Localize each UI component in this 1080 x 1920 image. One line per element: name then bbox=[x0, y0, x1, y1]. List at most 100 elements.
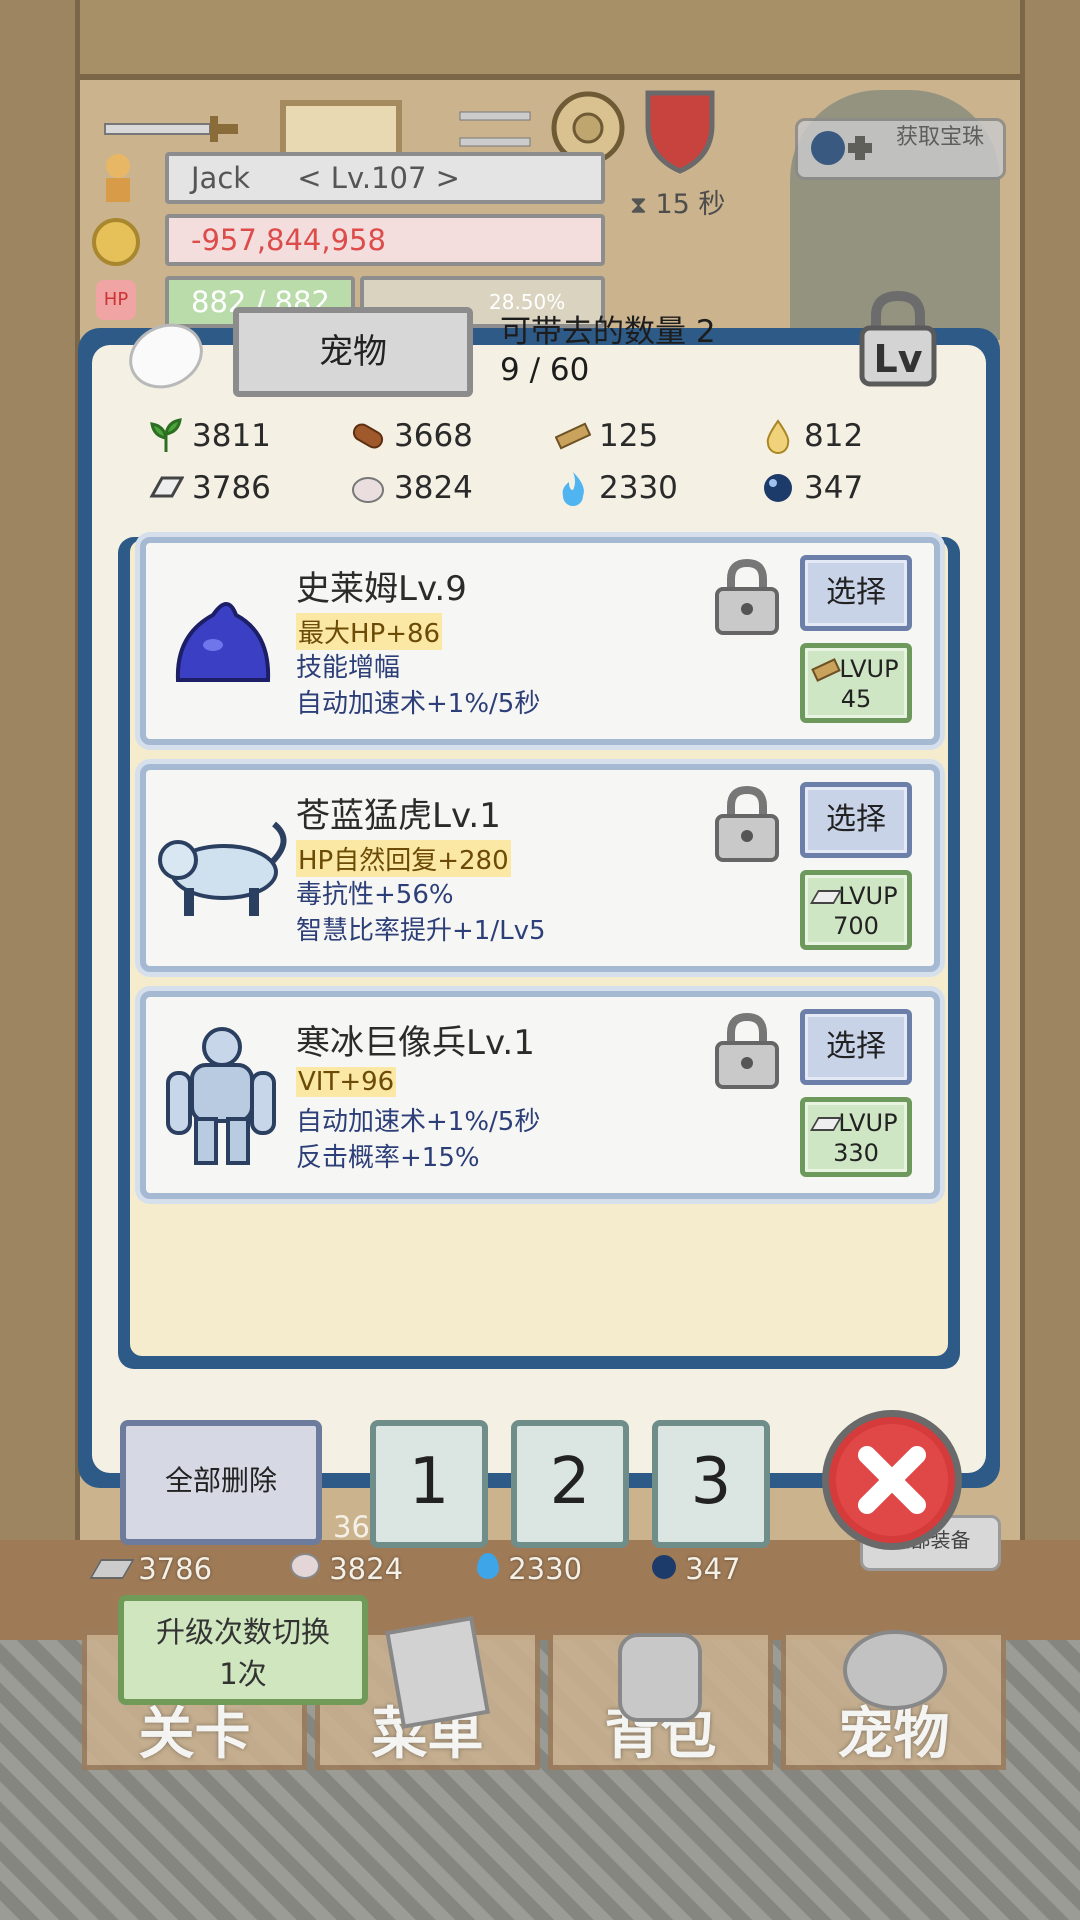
frame-left bbox=[0, 0, 80, 1600]
lock-icon[interactable] bbox=[711, 784, 783, 864]
lvup-cost: 330 bbox=[833, 1139, 879, 1167]
res-drop: 812 bbox=[760, 418, 863, 454]
tab-pet[interactable]: 宠物 bbox=[233, 307, 473, 397]
bg-res-value: 2330 bbox=[508, 1552, 583, 1586]
res-value: 3786 bbox=[192, 470, 271, 506]
close-button[interactable] bbox=[822, 1410, 962, 1550]
hp-heart-icon: HP bbox=[96, 280, 136, 320]
red-shield-icon bbox=[645, 90, 715, 174]
golem-icon bbox=[166, 1027, 276, 1165]
pet-stat: 技能增幅 bbox=[296, 653, 401, 683]
pet-card: 苍蓝猛虎Lv.1 HP自然回复+280 毒抗性+56% 智慧比率提升+1/Lv5… bbox=[140, 764, 940, 972]
pet-stat: 自动加速术+1%/5秒 bbox=[296, 689, 541, 719]
backpack-icon bbox=[618, 1633, 702, 1722]
upgrade-toggle-line1: 升级次数切换 bbox=[155, 1615, 330, 1649]
gold-coin-icon bbox=[92, 218, 140, 266]
res-orb: 347 bbox=[760, 470, 863, 506]
obtain-orb-button[interactable]: 获取宝珠 bbox=[795, 118, 1006, 180]
pet-card: 寒冰巨像兵Lv.1 VIT+96 自动加速术+1%/5秒 反击概率+15% 选择… bbox=[140, 991, 940, 1199]
lvup-cost: 45 bbox=[840, 685, 872, 713]
gold-bar: -957,844,958 bbox=[165, 214, 605, 266]
pet-stat-primary: 最大HP+86 bbox=[296, 613, 443, 650]
player-avatar bbox=[106, 154, 130, 202]
pet-stat: 智慧比率提升+1/Lv5 bbox=[296, 916, 546, 946]
player-level: < Lv.107 > bbox=[297, 161, 460, 195]
carry-caption: 可带去的数量 2 bbox=[500, 314, 716, 350]
herb-icon bbox=[150, 418, 182, 452]
slot-2-button[interactable]: 2 bbox=[511, 1420, 629, 1548]
bg-res-value: 3824 bbox=[329, 1552, 404, 1586]
daggers-icon bbox=[459, 111, 531, 147]
book-icon bbox=[385, 1615, 490, 1729]
pet-name: 苍蓝猛虎Lv.1 bbox=[296, 796, 501, 836]
bg-res-value: 3786 bbox=[138, 1552, 213, 1586]
res-value: 3811 bbox=[192, 418, 271, 454]
lock-icon[interactable] bbox=[711, 557, 783, 637]
level-lock-icon[interactable]: Lv bbox=[850, 290, 946, 390]
pet-stat-primary: VIT+96 bbox=[296, 1067, 397, 1097]
plank-icon bbox=[555, 422, 591, 450]
bg-partial-count: 36 bbox=[333, 1510, 370, 1544]
pet-name: 寒冰巨像兵Lv.1 bbox=[296, 1023, 535, 1063]
orb-icon bbox=[764, 474, 792, 502]
gold-amount: -957,844,958 bbox=[191, 223, 386, 257]
obtain-label: 获取宝珠 bbox=[896, 125, 985, 150]
blue-flame-icon bbox=[562, 472, 584, 506]
pet-stat: 毒抗性+56% bbox=[296, 880, 454, 910]
res-flame: 2330 bbox=[555, 470, 678, 506]
lock-icon[interactable] bbox=[711, 1011, 783, 1091]
stone-icon bbox=[352, 477, 384, 503]
pet-stat: 自动加速术+1%/5秒 bbox=[296, 1107, 541, 1137]
frame-right bbox=[1020, 0, 1080, 1600]
player-name-bar: Jack < Lv.107 > bbox=[165, 152, 605, 204]
res-value: 3668 bbox=[394, 418, 473, 454]
res-stone: 3824 bbox=[350, 470, 473, 506]
res-value: 812 bbox=[804, 418, 864, 454]
player-name: Jack bbox=[191, 161, 251, 195]
hourglass-icon: ⧗ bbox=[630, 191, 647, 219]
slot-3-button[interactable]: 3 bbox=[652, 1420, 770, 1548]
bg-flame-icon bbox=[477, 1553, 499, 1579]
ingot-icon bbox=[149, 476, 184, 498]
bg-stone-icon bbox=[290, 1553, 320, 1579]
pet-stat-primary: HP自然回复+280 bbox=[296, 840, 511, 877]
bg-res-ingot: 3786 bbox=[89, 1552, 213, 1586]
lvup-label: LVUP bbox=[839, 655, 899, 683]
pet-card: 史莱姆Lv.9 最大HP+86 技能增幅 自动加速术+1%/5秒 选择 LVUP… bbox=[140, 537, 940, 745]
upgrade-toggle-line2: 1次 bbox=[219, 1657, 267, 1691]
select-button[interactable]: 选择 bbox=[800, 555, 912, 631]
frame-top bbox=[0, 0, 1080, 80]
select-button[interactable]: 选择 bbox=[800, 782, 912, 858]
dragon-icon bbox=[843, 1630, 947, 1710]
lvup-cost: 700 bbox=[833, 912, 879, 940]
bg-res-flame: 2330 bbox=[477, 1552, 582, 1586]
lvup-button[interactable]: LVUP 45 bbox=[800, 643, 912, 723]
bg-res-orb: 347 bbox=[652, 1552, 741, 1586]
res-value: 2330 bbox=[599, 470, 678, 506]
bg-res-value: 347 bbox=[685, 1552, 741, 1586]
bg-res-stone: 3824 bbox=[290, 1552, 403, 1586]
res-log: 3668 bbox=[350, 418, 473, 454]
delete-all-button[interactable]: 全部删除 bbox=[120, 1420, 322, 1545]
res-ingot: 3786 bbox=[148, 470, 271, 506]
slime-icon bbox=[175, 602, 271, 682]
sword-icon bbox=[104, 116, 238, 142]
pet-stat: 反击概率+15% bbox=[296, 1143, 480, 1173]
timer-value: 15 秒 bbox=[655, 189, 726, 220]
lvup-button[interactable]: LVUP 700 bbox=[800, 870, 912, 950]
res-value: 3824 bbox=[394, 470, 473, 506]
lvup-button[interactable]: LVUP 330 bbox=[800, 1097, 912, 1177]
bg-orb-icon bbox=[652, 1555, 676, 1579]
drop-icon bbox=[766, 419, 790, 454]
level-lock-text: Lv bbox=[874, 337, 923, 381]
slot-1-button[interactable]: 1 bbox=[370, 1420, 488, 1548]
res-value: 125 bbox=[599, 418, 659, 454]
lvup-label: LVUP bbox=[838, 1109, 898, 1137]
orb-plus-icon bbox=[811, 131, 872, 165]
lvup-label: LVUP bbox=[838, 882, 898, 910]
upgrade-count-toggle[interactable]: 升级次数切换 1次 bbox=[118, 1595, 368, 1705]
log-icon bbox=[352, 423, 384, 449]
select-button[interactable]: 选择 bbox=[800, 1009, 912, 1085]
tiger-icon bbox=[158, 821, 287, 916]
pet-name: 史莱姆Lv.9 bbox=[296, 569, 467, 609]
